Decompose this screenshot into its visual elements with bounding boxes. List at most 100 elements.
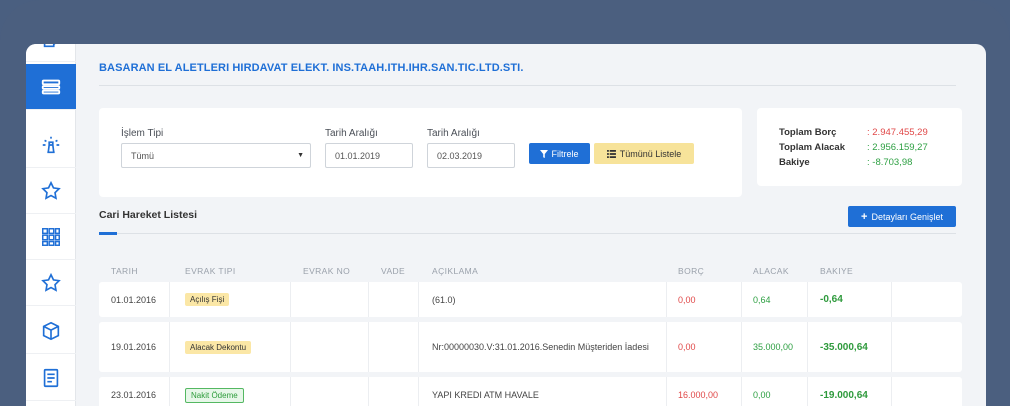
tarih-end-input[interactable]: 02.03.2019 (427, 143, 515, 168)
status-badge: Alacak Dekontu (185, 340, 252, 354)
summary-panel: Toplam Borç : 2.947.455,29 Toplam Alacak… (757, 108, 962, 186)
divider (891, 282, 892, 317)
divider (169, 377, 170, 406)
borc-value: : 2.947.455,29 (867, 127, 928, 138)
sidebar-item-products[interactable] (26, 308, 76, 354)
cell-tarih: 01.01.2016 (111, 294, 157, 305)
bakiye-value: : -8.703,98 (867, 157, 913, 168)
filter-panel: İşlem Tipi Tümü ▼ Tarih Aralığı 01.01.20… (99, 108, 742, 197)
box-icon (42, 321, 60, 340)
star-icon (41, 180, 61, 200)
cell-borc: 0,00 (678, 294, 696, 305)
grid-icon (42, 227, 60, 246)
divider (368, 282, 369, 317)
cell-aciklama: YAPI KREDI ATM HAVALE (432, 390, 539, 400)
divider (99, 85, 956, 86)
cell-bakiye: -35.000,64 (820, 341, 868, 353)
divider (666, 282, 667, 317)
summary-alacak: Toplam Alacak : 2.956.159,27 (779, 142, 928, 153)
divider (290, 322, 291, 372)
cell-tarih: 23.01.2016 (111, 390, 157, 400)
app-screen: BASARAN EL ALETLERI HIRDAVAT ELEKT. INS.… (26, 44, 986, 406)
sidebar-item-checklist[interactable] (26, 44, 76, 62)
col-header-bakiye[interactable]: BAKIYE (820, 266, 853, 276)
company-title: BASARAN EL ALETLERI HIRDAVAT ELEKT. INS.… (99, 62, 524, 74)
divider (741, 282, 742, 317)
divider (99, 233, 956, 234)
cell-evrak-tipi: Nakit Ödeme (185, 377, 244, 406)
status-badge: Açılış Fişi (185, 293, 230, 306)
cell-aciklama: (61.0) (432, 294, 456, 305)
table-row[interactable]: 19.01.2016 Alacak Dekontu Nr:00000030.V:… (99, 322, 962, 372)
divider (290, 377, 291, 406)
col-header-borc[interactable]: BORÇ (678, 266, 704, 276)
borc-label: Toplam Borç (779, 127, 837, 138)
col-header-aciklama[interactable]: AÇIKLAMA (432, 266, 478, 276)
checklist-icon (43, 44, 55, 47)
divider (368, 377, 369, 406)
islem-tipi-label: İşlem Tipi (121, 128, 164, 139)
islem-tipi-select[interactable]: Tümü ▼ (121, 143, 311, 168)
divider (418, 377, 419, 406)
col-header-evrak-tipi[interactable]: EVRAK TIPI (185, 266, 236, 276)
cell-evrak-tipi: Açılış Fişi (185, 282, 230, 317)
tarih2-label: Tarih Aralığı (427, 128, 480, 139)
alacak-label: Toplam Alacak (779, 142, 845, 153)
filter-icon (540, 149, 549, 158)
divider (807, 377, 808, 406)
summary-bakiye: Bakiye : -8.703,98 (779, 157, 912, 168)
cell-evrak-tipi: Alacak Dekontu (185, 322, 252, 372)
expand-details-button[interactable]: + Detayları Genişlet (848, 206, 956, 227)
tarih-start-input[interactable]: 01.01.2019 (325, 143, 413, 168)
divider (169, 322, 170, 372)
divider (666, 377, 667, 406)
lighthouse-icon (42, 136, 60, 153)
cell-borc: 0,00 (678, 342, 696, 352)
cell-borc: 16.000,00 (678, 390, 719, 400)
star-icon (41, 272, 61, 292)
cell-tarih: 19.01.2016 (111, 342, 157, 352)
col-header-vade[interactable]: VADE (381, 266, 405, 276)
cell-bakiye: -0,64 (820, 294, 843, 305)
sidebar (26, 44, 76, 406)
sidebar-item-favorites[interactable] (26, 168, 76, 214)
col-header-alacak[interactable]: ALACAK (753, 266, 789, 276)
list-icon (606, 149, 616, 158)
sidebar-item-starred[interactable] (26, 260, 76, 306)
islem-tipi-value: Tümü (131, 150, 155, 161)
col-header-tarih[interactable]: TARIH (111, 266, 138, 276)
bakiye-label: Bakiye (779, 157, 810, 168)
cell-alacak: 0,64 (753, 294, 771, 305)
sidebar-item-grid[interactable] (26, 214, 76, 260)
sidebar-item-lighthouse[interactable] (26, 122, 76, 168)
cell-alacak: 35.000,00 (753, 342, 794, 352)
status-badge: Nakit Ödeme (185, 387, 244, 403)
table-row[interactable]: 01.01.2016 Açılış Fişi (61.0) 0,00 0,64 … (99, 282, 962, 317)
cell-aciklama: Nr:00000030.V:31.01.2016.Senedin Müşteri… (432, 342, 649, 352)
filter-button[interactable]: Filtrele (529, 143, 590, 164)
divider (666, 322, 667, 372)
divider (741, 377, 742, 406)
chevron-down-icon: ▼ (297, 152, 304, 159)
table-row[interactable]: 23.01.2016 Nakit Ödeme YAPI KREDI ATM HA… (99, 377, 962, 406)
expand-details-label: Detayları Genişlet (871, 211, 943, 222)
list-all-button-label: Tümünü Listele (619, 148, 682, 159)
cell-bakiye: -19.000,64 (820, 389, 868, 401)
main-content: BASARAN EL ALETLERI HIRDAVAT ELEKT. INS.… (76, 44, 986, 406)
col-header-evrak-no[interactable]: EVRAK NO (303, 266, 350, 276)
divider (891, 322, 892, 372)
list-title: Cari Hareket Listesi (99, 209, 198, 221)
sidebar-item-documents[interactable] (26, 355, 76, 401)
divider (807, 322, 808, 372)
plus-icon: + (861, 210, 868, 223)
divider (891, 377, 892, 406)
alacak-value: : 2.956.159,27 (867, 142, 928, 153)
divider (418, 282, 419, 317)
sidebar-item-list[interactable] (26, 64, 76, 110)
tarih-start-value: 01.01.2019 (335, 150, 381, 161)
document-icon (43, 368, 59, 387)
divider (741, 322, 742, 372)
divider (169, 282, 170, 317)
tarih1-label: Tarih Aralığı (325, 128, 378, 139)
list-all-button[interactable]: Tümünü Listele (594, 143, 694, 164)
